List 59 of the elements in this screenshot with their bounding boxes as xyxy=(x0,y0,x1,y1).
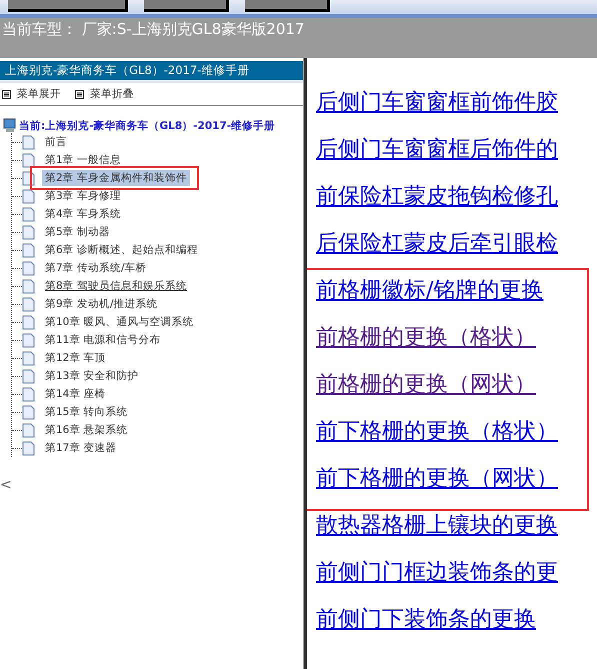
page-icon xyxy=(22,386,35,402)
manual-title-bar: 上海别克-豪华商务车（GL8）-2017-维修手册 xyxy=(0,61,303,83)
page-icon xyxy=(22,440,35,456)
chapter-item[interactable]: 第16章 悬架系统 xyxy=(42,422,131,438)
menu-toggle-link[interactable]: 菜单展开 xyxy=(2,87,61,101)
article-link[interactable]: 前格栅的更换（格状） xyxy=(316,321,536,354)
page-icon xyxy=(22,278,35,294)
chapter-item[interactable]: 第7章 传动系统/车桥 xyxy=(42,260,150,276)
toolbar-button[interactable] xyxy=(245,0,330,12)
article-link[interactable]: 前格栅徽标/铭牌的更换 xyxy=(316,274,544,307)
article-link[interactable]: 前侧门下装饰条的更换 xyxy=(316,603,536,636)
page-icon xyxy=(22,422,35,438)
page-icon xyxy=(22,206,35,222)
chapter-item[interactable]: 第4章 车身系统 xyxy=(42,206,124,222)
menu-toggle-link[interactable]: 菜单折叠 xyxy=(75,87,134,101)
page-icon xyxy=(22,350,35,366)
article-link[interactable]: 后侧门车窗窗框后饰件的 xyxy=(316,133,558,166)
chapter-item[interactable]: 第8章 驾驶员信息和娱乐系统 xyxy=(42,278,190,294)
chapter-item[interactable]: 第5章 制动器 xyxy=(42,224,114,240)
page-icon xyxy=(22,134,35,150)
page-icon xyxy=(22,332,35,348)
chapter-item[interactable]: 前言 xyxy=(42,134,70,150)
chapter-item[interactable]: 第12章 车顶 xyxy=(42,350,109,366)
chapter-item[interactable]: 第3章 车身修理 xyxy=(42,188,124,204)
chapter-item[interactable]: 第6章 诊断概述、起始点和编程 xyxy=(42,242,202,258)
toolbar-button[interactable] xyxy=(144,0,229,12)
article-link[interactable]: 前格栅的更换（网状） xyxy=(316,368,536,401)
tree-root-label[interactable]: 当前:上海别克-豪华商务车（GL8）-2017-维修手册 xyxy=(19,118,276,132)
chapter-item[interactable]: 第9章 发动机/推进系统 xyxy=(42,296,161,312)
computer-icon xyxy=(3,118,17,133)
chapter-item[interactable]: 第17章 变速器 xyxy=(42,440,120,456)
menu-icon xyxy=(75,90,84,98)
chapter-item[interactable]: 第2章 车身金属构件和装饰件 xyxy=(42,170,190,186)
article-link[interactable]: 后侧门车窗窗框前饰件胶 xyxy=(316,86,558,119)
page-icon xyxy=(22,260,35,276)
article-link[interactable]: 前侧门门框边装饰条的更 xyxy=(316,556,558,589)
page-icon xyxy=(22,188,35,204)
page-icon xyxy=(22,152,35,168)
article-link[interactable]: 散热器格栅上镶块的更换 xyxy=(316,509,558,542)
page-icon xyxy=(22,404,35,420)
toolbar-button[interactable] xyxy=(8,0,128,12)
scroll-arrow[interactable]: < xyxy=(0,477,303,493)
article-link[interactable]: 前保险杠蒙皮拖钩检修孔 xyxy=(316,180,558,213)
menu-icon xyxy=(2,90,11,98)
page-icon xyxy=(22,224,35,240)
chapter-item[interactable]: 第1章 一般信息 xyxy=(42,152,124,168)
chapter-item[interactable]: 第10章 暖风、通风与空调系统 xyxy=(42,314,197,330)
page-icon xyxy=(22,242,35,258)
chapter-item[interactable]: 第14章 座椅 xyxy=(42,386,109,402)
chapter-item[interactable]: 第15章 转向系统 xyxy=(42,404,131,420)
article-link[interactable]: 前下格栅的更换（网状） xyxy=(316,462,558,495)
page-icon xyxy=(22,368,35,384)
page-icon xyxy=(22,296,35,312)
chapter-item[interactable]: 第13章 安全和防护 xyxy=(42,368,142,384)
chapter-item[interactable]: 第11章 电源和信号分布 xyxy=(42,332,164,348)
current-model-text: 当前车型： 厂家:S-上海别克GL8豪华版2017 xyxy=(2,20,304,38)
page-icon xyxy=(22,314,35,330)
article-link[interactable]: 前下格栅的更换（格状） xyxy=(316,415,558,448)
article-link[interactable]: 后保险杠蒙皮后牵引眼检 xyxy=(316,227,558,260)
